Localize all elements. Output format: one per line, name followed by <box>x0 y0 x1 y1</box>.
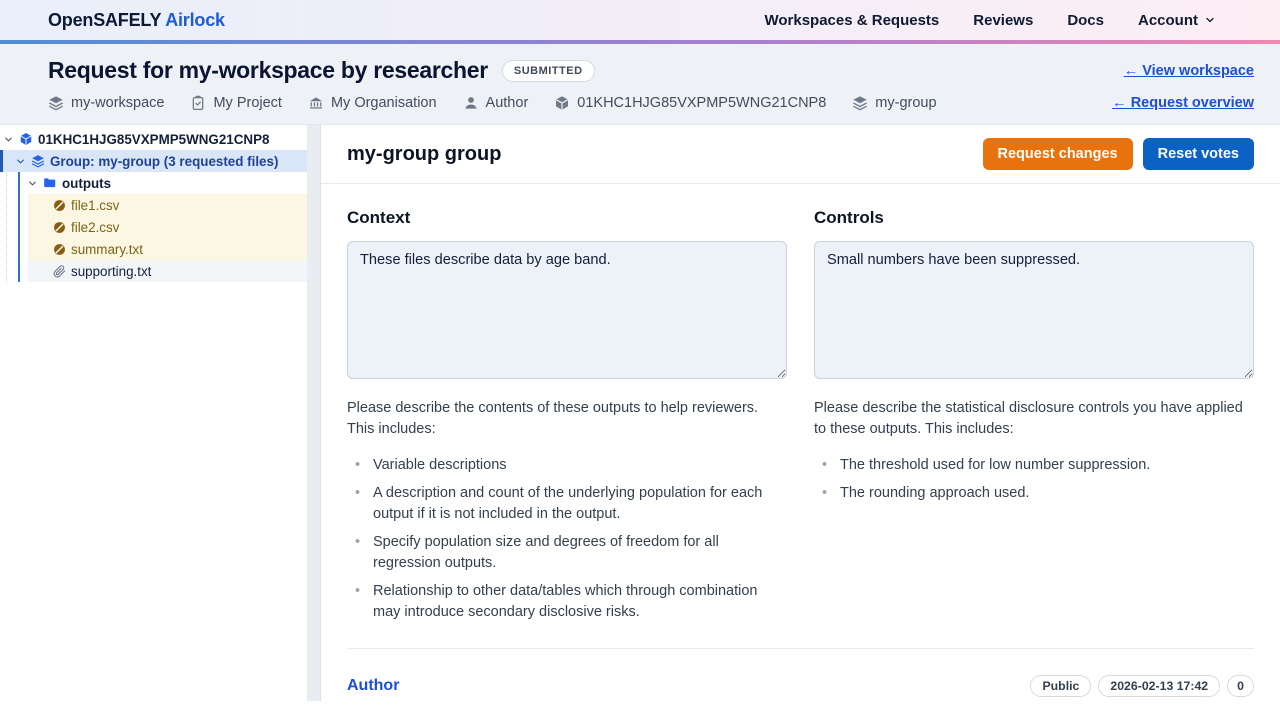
nav-account-menu[interactable]: Account <box>1138 12 1216 29</box>
brand-secondary: Airlock <box>165 10 225 30</box>
output-file-icon <box>53 199 66 212</box>
tree-item-file2[interactable]: file2.csv <box>0 216 307 238</box>
chevron-down-icon[interactable] <box>27 178 38 189</box>
controls-help-list: The threshold used for low number suppre… <box>814 455 1254 504</box>
comment-author: Author <box>347 677 399 695</box>
chevron-down-icon[interactable] <box>3 134 14 145</box>
context-textarea[interactable]: These files describe data by age band. <box>347 241 787 379</box>
layers-icon <box>31 154 45 168</box>
list-item: The threshold used for low number suppre… <box>814 455 1254 476</box>
chevron-down-icon[interactable] <box>15 156 26 167</box>
list-item: Variable descriptions <box>347 455 787 476</box>
breadcrumb: my-workspace My Project My Organisation … <box>48 95 1254 111</box>
section-divider <box>347 648 1254 649</box>
nav-docs[interactable]: Docs <box>1067 12 1104 29</box>
chevron-down-icon <box>1204 14 1216 26</box>
context-section: Context These files describe data by age… <box>347 200 787 630</box>
tree-item-request-id[interactable]: 01KHC1HJG85VXPMP5WNG21CNP8 <box>0 128 307 150</box>
comment-block: Author Public 2026-02-13 17:42 0 Please … <box>347 675 1254 701</box>
view-workspace-link[interactable]: ← View workspace <box>1124 63 1254 79</box>
context-help-text: Please describe the contents of these ou… <box>347 398 787 440</box>
group-title: my-group group <box>347 143 501 166</box>
request-header: Request for my-workspace by researcher S… <box>0 44 1280 125</box>
list-item: Specify population size and degrees of f… <box>347 532 787 574</box>
context-heading: Context <box>347 208 787 228</box>
breadcrumb-request-id: 01KHC1HJG85VXPMP5WNG21CNP8 <box>554 95 826 111</box>
page-title: Request for my-workspace by researcher <box>48 57 488 84</box>
reset-votes-button[interactable]: Reset votes <box>1143 138 1254 170</box>
tree-item-file1[interactable]: file1.csv <box>0 194 307 216</box>
brand-logo[interactable]: OpenSAFELY Airlock <box>48 10 225 31</box>
controls-help-text: Please describe the statistical disclosu… <box>814 398 1254 440</box>
paperclip-icon <box>53 265 66 278</box>
output-file-icon <box>53 243 66 256</box>
output-file-icon <box>53 221 66 234</box>
breadcrumb-project: My Project <box>190 95 282 111</box>
brand-primary: OpenSAFELY <box>48 10 161 30</box>
controls-section: Controls Small numbers have been suppres… <box>814 200 1254 630</box>
breadcrumb-organisation: My Organisation <box>308 95 437 111</box>
layers-icon <box>48 95 64 111</box>
cube-icon <box>554 95 570 111</box>
tree-item-group[interactable]: Group: my-group (3 requested files) <box>0 150 307 172</box>
organisation-icon <box>308 95 324 111</box>
nav-workspaces-requests[interactable]: Workspaces & Requests <box>764 12 939 29</box>
count-badge: 0 <box>1227 675 1254 697</box>
panel-splitter[interactable] <box>307 125 320 701</box>
tree-item-outputs-folder[interactable]: outputs <box>0 172 307 194</box>
visibility-badge: Public <box>1030 675 1091 697</box>
breadcrumb-workspace: my-workspace <box>48 95 164 111</box>
tree-item-summary[interactable]: summary.txt <box>0 238 307 260</box>
controls-heading: Controls <box>814 208 1254 228</box>
nav-links: Workspaces & Requests Reviews Docs Accou… <box>764 12 1266 29</box>
controls-textarea[interactable]: Small numbers have been suppressed. <box>814 241 1254 379</box>
nav-reviews[interactable]: Reviews <box>973 12 1033 29</box>
layers-icon <box>852 95 868 111</box>
request-changes-button[interactable]: Request changes <box>983 138 1133 170</box>
list-item: The rounding approach used. <box>814 483 1254 504</box>
top-nav: OpenSAFELY Airlock Workspaces & Requests… <box>0 0 1280 44</box>
user-icon <box>463 95 479 111</box>
cube-icon <box>19 132 33 146</box>
list-item: Relationship to other data/tables which … <box>347 581 787 623</box>
request-overview-link[interactable]: ← Request overview <box>1112 95 1254 111</box>
group-detail-panel: my-group group Request changes Reset vot… <box>320 125 1280 701</box>
context-help-list: Variable descriptions A description and … <box>347 455 787 623</box>
clipboard-icon <box>190 95 206 111</box>
file-tree: 01KHC1HJG85VXPMP5WNG21CNP8 Group: my-gro… <box>0 125 307 282</box>
timestamp-badge: 2026-02-13 17:42 <box>1098 675 1220 697</box>
nav-account-label: Account <box>1138 12 1198 29</box>
status-badge: SUBMITTED <box>502 60 595 82</box>
breadcrumb-group: my-group <box>852 95 936 111</box>
list-item: A description and count of the underlyin… <box>347 483 787 525</box>
breadcrumb-author: Author <box>463 95 529 111</box>
file-tree-sidebar: 01KHC1HJG85VXPMP5WNG21CNP8 Group: my-gro… <box>0 125 307 701</box>
tree-item-supporting[interactable]: supporting.txt <box>0 260 307 282</box>
folder-icon <box>43 176 57 190</box>
